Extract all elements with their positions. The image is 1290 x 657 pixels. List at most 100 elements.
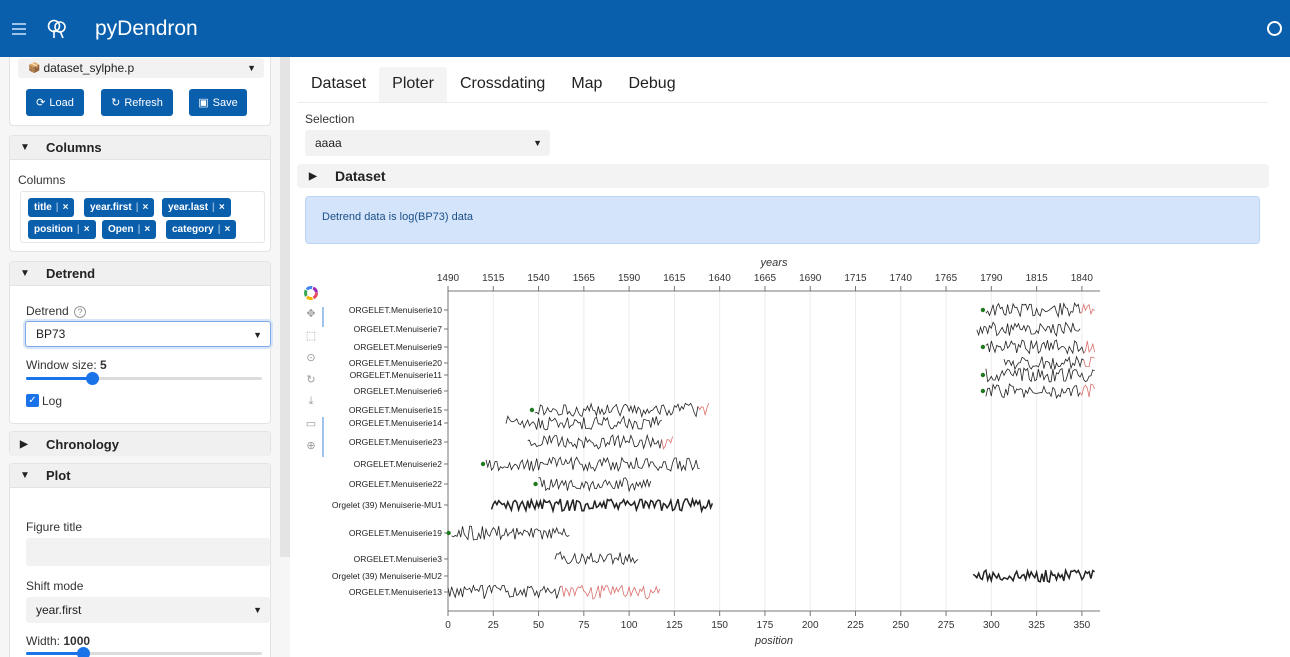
help-icon[interactable]: ? bbox=[74, 306, 87, 318]
column-tag[interactable]: year.first | × bbox=[84, 198, 155, 217]
column-tag[interactable]: title | × bbox=[28, 198, 75, 217]
save-icon: ▣ bbox=[198, 97, 209, 109]
info-alert: Detrend data is log(BP73) data bbox=[305, 196, 1260, 244]
series-label: ORGELET.Menuiserie3 bbox=[354, 554, 443, 564]
package-icon: 📦 bbox=[28, 62, 41, 74]
dataset-expander[interactable]: ▶ Dataset bbox=[297, 164, 1269, 188]
chronology-header[interactable]: ▶ Chronology bbox=[10, 432, 270, 456]
year-tick-label: 1790 bbox=[980, 273, 1003, 284]
figure-title-input[interactable] bbox=[26, 538, 270, 566]
log-checkbox[interactable]: ✓ bbox=[26, 394, 39, 407]
detrend-label: Detrend ? bbox=[26, 304, 87, 318]
tab-map[interactable]: Map bbox=[558, 67, 615, 103]
year-tick-label: 1740 bbox=[890, 273, 913, 284]
chevron-down-icon: ▼ bbox=[253, 330, 262, 340]
window-size-fill bbox=[26, 377, 93, 380]
series-start-dot bbox=[533, 481, 538, 487]
column-tag[interactable]: position | × bbox=[28, 220, 96, 239]
series-label: ORGELET.Menuiserie10 bbox=[349, 305, 442, 315]
selection-select[interactable]: aaaa ▼ bbox=[305, 130, 550, 156]
x-tick-label: 300 bbox=[983, 620, 1000, 631]
figure-title-label: Figure title bbox=[26, 520, 83, 534]
plot-area bbox=[448, 291, 1100, 611]
year-tick-label: 1715 bbox=[844, 273, 867, 284]
year-tick-label: 1540 bbox=[527, 273, 550, 284]
dendro-plot[interactable]: 0 25 50 75 100 125 150 175 200 225 250 275 300 325 350… bbox=[290, 249, 1280, 657]
refresh-button[interactable]: ↻ Refresh bbox=[101, 89, 173, 116]
plot-grid bbox=[444, 291, 1100, 611]
year-tick-label: 1840 bbox=[1071, 273, 1094, 284]
x-tick-label: 25 bbox=[488, 620, 500, 631]
series-label: ORGELET.Menuiserie22 bbox=[349, 479, 442, 489]
column-tag[interactable]: year.last | × bbox=[162, 198, 231, 217]
year-tick-label: 1665 bbox=[754, 273, 777, 284]
expand-triangle-icon: ▶ bbox=[309, 170, 317, 182]
width-handle[interactable] bbox=[76, 647, 90, 657]
x-tick-label: 100 bbox=[621, 620, 638, 631]
collapse-triangle-icon: ▼ bbox=[20, 142, 30, 153]
tab-dataset[interactable]: Dataset bbox=[298, 67, 379, 103]
column-tag[interactable]: category | × bbox=[166, 220, 237, 239]
sidebar-scrollbar[interactable] bbox=[280, 57, 290, 557]
series-start-dot bbox=[980, 372, 986, 378]
tab-debug[interactable]: Debug bbox=[615, 67, 688, 103]
remove-icon[interactable]: × bbox=[144, 224, 150, 235]
columns-card: ▼ Columns Columns title | × year.first | × y… bbox=[9, 135, 271, 252]
remove-icon[interactable]: × bbox=[63, 202, 69, 213]
tab-crossdating[interactable]: Crossdating bbox=[447, 67, 558, 103]
sidebar: 📦 dataset_sylphe.p ▼ ⟳ Load ↻ Refresh ▣ Sav… bbox=[0, 57, 290, 657]
remove-icon[interactable]: × bbox=[225, 224, 231, 235]
dataset-file-select[interactable]: 📦 dataset_sylphe.p ▼ bbox=[18, 58, 264, 78]
series-start-dot bbox=[980, 344, 986, 350]
app-title: pyDendron bbox=[95, 16, 198, 40]
year-tick-label: 1565 bbox=[573, 273, 596, 284]
width-slider[interactable] bbox=[26, 647, 262, 657]
x-tick-label: 225 bbox=[847, 620, 864, 631]
year-tick-label: 1590 bbox=[618, 273, 641, 284]
dataset-card: 📦 dataset_sylphe.p ▼ ⟳ Load ↻ Refresh ▣ Sav… bbox=[9, 57, 271, 126]
tab-divider bbox=[298, 102, 1268, 103]
chronology-card: ▶ Chronology bbox=[9, 431, 271, 456]
detrend-header[interactable]: ▼ Detrend bbox=[10, 262, 270, 286]
series-label: Orgelet (39) Menuiserie-MU2 bbox=[332, 571, 442, 581]
x-tick-label: 250 bbox=[892, 620, 909, 631]
series-start-dot bbox=[446, 530, 451, 536]
columns-header[interactable]: ▼ Columns bbox=[10, 136, 270, 160]
remove-icon[interactable]: × bbox=[143, 202, 149, 213]
width-fill bbox=[26, 652, 83, 655]
load-icon: ⟳ bbox=[36, 97, 46, 109]
column-tag[interactable]: Open | × bbox=[102, 220, 157, 239]
tab-ploter[interactable]: Ploter bbox=[379, 67, 447, 103]
year-tick-label: 1515 bbox=[482, 273, 505, 284]
x-axis-bottom: 0 25 50 75 100 125 150 175 200 225 250 275 300 325 350 bbox=[445, 610, 1100, 631]
year-tick-label: 1690 bbox=[799, 273, 822, 284]
shift-mode-label: Shift mode bbox=[26, 579, 84, 593]
shift-mode-select[interactable]: year.first ▼ bbox=[26, 597, 270, 623]
series-label: ORGELET.Menuiserie14 bbox=[349, 418, 442, 428]
x-tick-label: 150 bbox=[711, 620, 728, 631]
remove-icon[interactable]: × bbox=[219, 202, 225, 213]
window-size-handle[interactable] bbox=[86, 372, 100, 385]
plot-header[interactable]: ▼ Plot bbox=[10, 464, 270, 488]
series-label: ORGELET.Menuiserie2 bbox=[354, 459, 443, 469]
width-label: Width: 1000 bbox=[26, 634, 91, 648]
chevron-down-icon: ▼ bbox=[253, 605, 262, 615]
load-button[interactable]: ⟳ Load bbox=[26, 89, 84, 116]
year-tick-label: 1765 bbox=[935, 273, 958, 284]
collapse-triangle-icon: ▼ bbox=[20, 268, 30, 279]
detrend-select[interactable]: BP73 ▼ bbox=[25, 321, 271, 347]
save-button[interactable]: ▣ Save bbox=[189, 89, 247, 116]
detrend-card: ▼ Detrend Detrend ? BP73 ▼ Window size: … bbox=[9, 261, 271, 424]
main-panel: Dataset Ploter Crossdating Map Debug Sel… bbox=[290, 57, 1290, 657]
x-tick-label: 50 bbox=[533, 620, 545, 631]
x-tick-label: 325 bbox=[1028, 620, 1045, 631]
x-axis-label: position bbox=[754, 635, 793, 647]
window-size-slider[interactable] bbox=[26, 372, 262, 385]
series-label: ORGELET.Menuiserie23 bbox=[349, 437, 442, 447]
x-tick-label: 0 bbox=[445, 620, 451, 631]
series-label: Orgelet (39) Menuiserie-MU1 bbox=[332, 500, 442, 510]
columns-label: Columns bbox=[18, 173, 66, 187]
remove-icon[interactable]: × bbox=[84, 224, 90, 235]
menu-icon[interactable] bbox=[12, 20, 26, 38]
expand-triangle-icon: ▶ bbox=[20, 438, 28, 450]
